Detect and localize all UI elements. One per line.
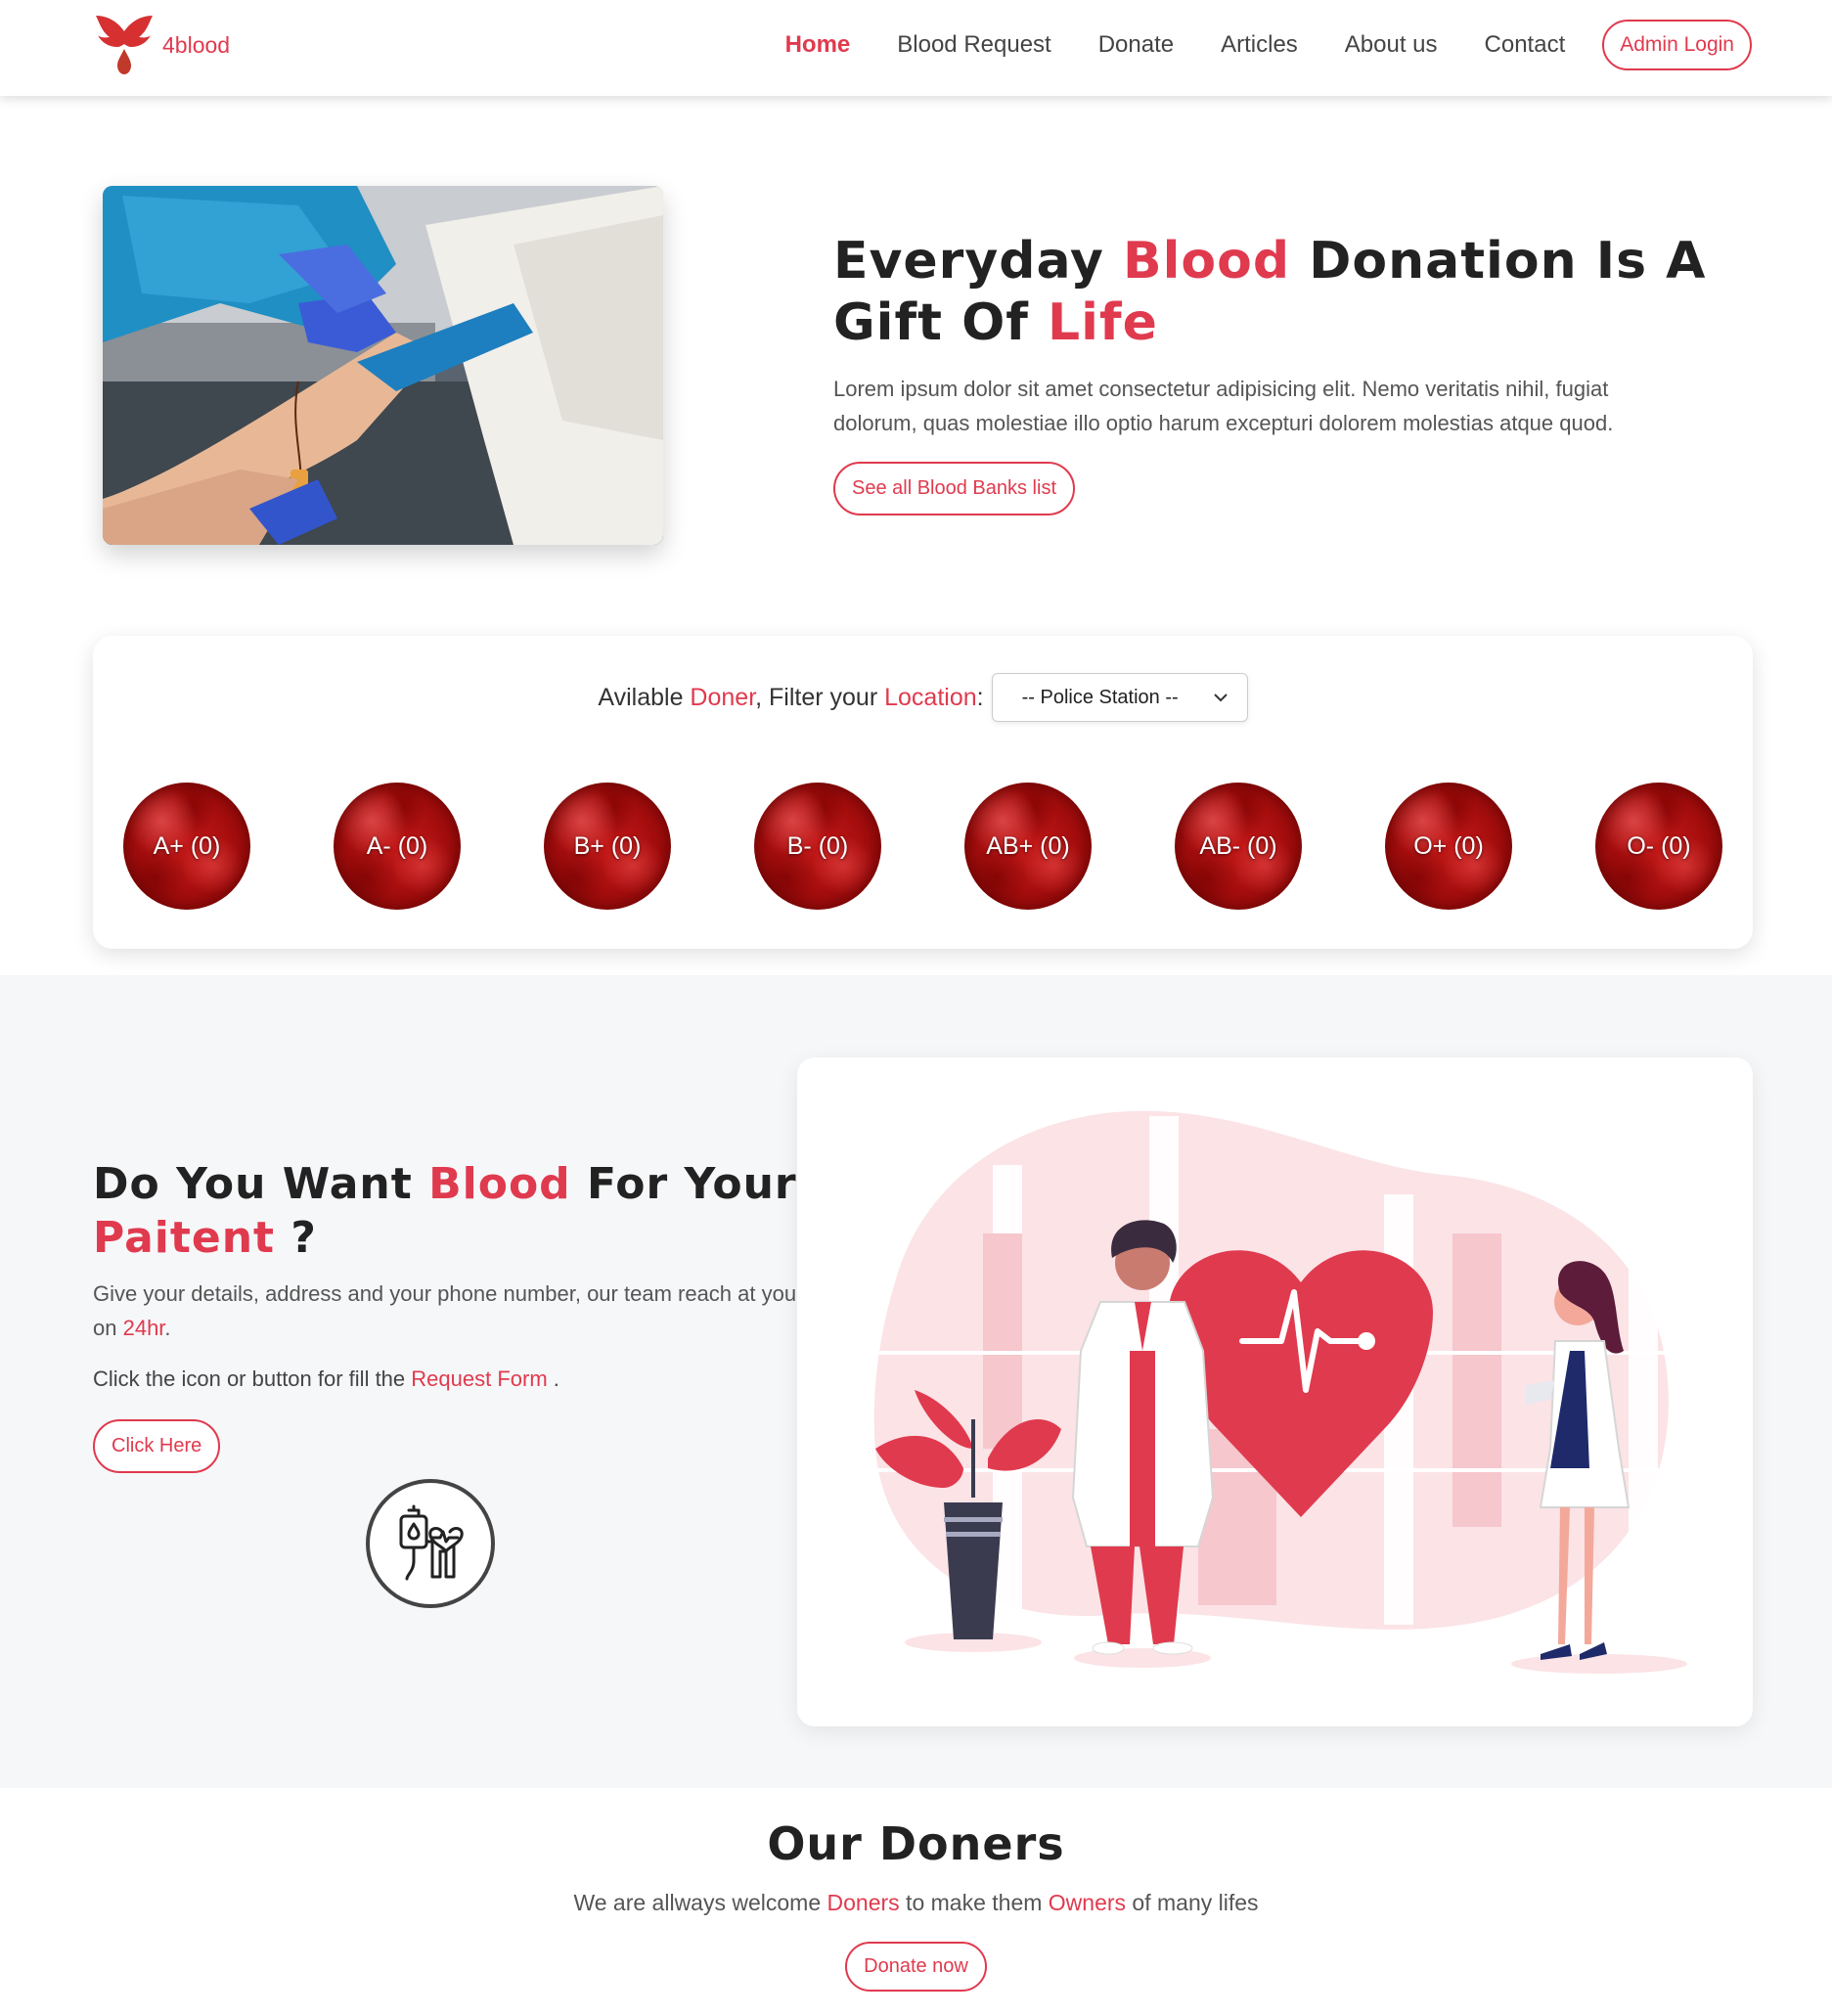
blood-group-ab-positive[interactable]: AB+ (0) xyxy=(964,783,1092,910)
doners-desc-part: to make them xyxy=(899,1890,1049,1915)
doners-desc-highlight: Owners xyxy=(1048,1890,1127,1915)
blood-donation-photo xyxy=(103,186,663,545)
brand-logo[interactable]: 4blood xyxy=(94,12,230,76)
hero-title-highlight: Life xyxy=(1048,293,1158,352)
request-title-highlight: Blood xyxy=(428,1159,571,1209)
blood-bag-heart-icon xyxy=(399,1504,464,1581)
request-desc-part: Give your details, address and your phon… xyxy=(93,1281,797,1340)
nav-blood-request[interactable]: Blood Request xyxy=(897,31,1050,59)
blood-group-o-positive[interactable]: O+ (0) xyxy=(1385,783,1512,910)
police-station-select[interactable]: -- Police Station -- xyxy=(991,673,1248,722)
nav-donate[interactable]: Donate xyxy=(1098,31,1174,59)
nav-home[interactable]: Home xyxy=(785,31,851,59)
hero-description: Lorem ipsum dolor sit amet consectetur a… xyxy=(833,377,1614,435)
request-title-part: For Your xyxy=(570,1159,797,1209)
request-instruction: Click the icon or button for fill the Re… xyxy=(93,1366,797,1392)
doners-desc-highlight: Doners xyxy=(827,1890,900,1915)
nav-menu: Home Blood Request Donate Articles About… xyxy=(738,20,1752,70)
blood-wings-logo-icon xyxy=(96,16,153,74)
request-desc-highlight: 24hr xyxy=(122,1316,165,1340)
hero-content: Everyday Blood Donation Is A Gift Of Lif… xyxy=(833,231,1714,515)
request-instruction-part: Click the icon or button for fill the xyxy=(93,1366,412,1391)
location-filter: Avilable Doner, Filter your Location: --… xyxy=(93,673,1753,722)
hero-title-highlight: Blood xyxy=(1122,232,1291,291)
blood-group-b-negative[interactable]: B- (0) xyxy=(754,783,881,910)
filter-label-part: , Filter your xyxy=(755,683,885,711)
donor-filter-card: Avilable Doner, Filter your Location: --… xyxy=(93,636,1753,949)
hero-title-part: Everyday xyxy=(833,232,1123,291)
chevron-down-icon xyxy=(1213,694,1228,702)
filter-label-part: Avilable xyxy=(598,683,691,711)
hero-title: Everyday Blood Donation Is A Gift Of Lif… xyxy=(833,231,1714,354)
doctors-illustration-card xyxy=(797,1057,1753,1726)
doners-title: Our Doners xyxy=(767,1817,1065,1870)
filter-label-part: : xyxy=(976,683,984,711)
doctors-heart-illustration xyxy=(873,1110,1687,1674)
request-form-link[interactable]: Request Form xyxy=(411,1366,547,1391)
donate-now-button[interactable]: Donate now xyxy=(845,1942,987,1992)
doners-desc-part: We are allways welcome xyxy=(573,1890,827,1915)
our-doners-section: Our Doners We are allways welcome Doners… xyxy=(0,1817,1832,1992)
request-instruction-part: . xyxy=(547,1366,559,1391)
request-desc-part: . xyxy=(164,1316,171,1340)
request-form-icon-button[interactable] xyxy=(366,1479,495,1608)
blood-group-ab-negative[interactable]: AB- (0) xyxy=(1175,783,1302,910)
admin-login-button[interactable]: Admin Login xyxy=(1602,20,1752,70)
doners-description: We are allways welcome Doners to make th… xyxy=(0,1890,1832,1916)
filter-label-highlight: Doner xyxy=(690,683,756,711)
blood-group-a-negative[interactable]: A- (0) xyxy=(334,783,461,910)
navbar: 4blood Home Blood Request Donate Article… xyxy=(0,0,1832,96)
doners-desc-part: of many lifes xyxy=(1126,1890,1259,1915)
filter-label: Avilable Doner, Filter your Location: xyxy=(598,684,983,712)
blood-banks-list-button[interactable]: See all Blood Banks list xyxy=(833,462,1076,515)
blood-group-a-positive[interactable]: A+ (0) xyxy=(123,783,250,910)
request-title-part: ? xyxy=(275,1213,317,1263)
blood-group-o-negative[interactable]: O- (0) xyxy=(1595,783,1722,910)
request-title-highlight: Paitent xyxy=(93,1213,276,1263)
request-description: Give your details, address and your phon… xyxy=(93,1277,797,1345)
request-title-part: Do You Want xyxy=(93,1159,429,1209)
nav-contact[interactable]: Contact xyxy=(1485,31,1566,59)
click-here-button[interactable]: Click Here xyxy=(93,1419,221,1473)
blood-group-b-positive[interactable]: B+ (0) xyxy=(544,783,671,910)
nav-about-us[interactable]: About us xyxy=(1345,31,1438,59)
filter-label-highlight: Location xyxy=(884,683,977,711)
request-title: Do You Want Blood For Your Paitent ? xyxy=(93,1157,797,1265)
select-value: -- Police Station -- xyxy=(1021,686,1179,708)
request-content: Do You Want Blood For Your Paitent ? Giv… xyxy=(93,1157,797,1473)
nav-articles[interactable]: Articles xyxy=(1221,31,1298,59)
brand-name: 4blood xyxy=(162,32,231,58)
